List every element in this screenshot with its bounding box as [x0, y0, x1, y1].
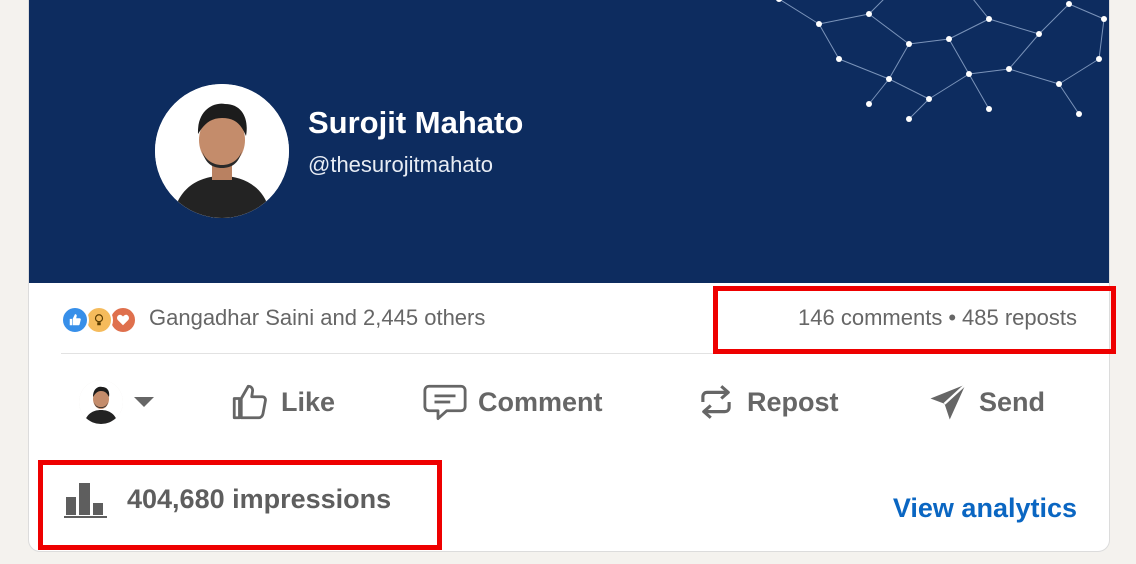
highlight-box-engagement	[713, 286, 1116, 354]
view-analytics-link[interactable]: View analytics	[893, 493, 1077, 524]
author-avatar[interactable]	[155, 84, 289, 218]
action-bar: Like Comment Repost Send	[29, 357, 1109, 447]
thumbs-up-icon	[232, 384, 267, 420]
comment-label: Comment	[478, 386, 603, 417]
user-avatar	[79, 380, 123, 424]
person-photo-icon	[155, 84, 289, 218]
author-handle: @thesurojitmahato	[308, 152, 493, 177]
love-icon	[109, 306, 137, 334]
like-icon	[61, 306, 89, 334]
identity-switcher-button[interactable]	[79, 379, 155, 425]
caret-down-icon	[134, 397, 154, 407]
comment-button[interactable]: Comment	[422, 379, 603, 425]
insightful-icon	[85, 306, 113, 334]
send-label: Send	[979, 386, 1046, 417]
author-name: Surojit Mahato	[308, 105, 524, 140]
repost-button[interactable]: Repost	[695, 379, 839, 425]
person-photo-icon	[79, 380, 123, 424]
reaction-icons[interactable]	[61, 306, 141, 336]
repost-label: Repost	[747, 386, 839, 417]
highlight-box-impressions	[38, 460, 442, 550]
send-icon	[930, 383, 967, 420]
reactions-summary-link[interactable]: Gangadhar Saini and 2,445 others	[149, 305, 485, 331]
repost-icon	[701, 385, 731, 419]
like-label: Like	[281, 386, 336, 417]
like-button[interactable]: Like	[229, 379, 335, 425]
send-button[interactable]: Send	[927, 379, 1045, 425]
network-graphic	[776, 0, 1107, 122]
comment-icon	[423, 384, 467, 421]
post-image-banner[interactable]: Surojit Mahato @thesurojitmahato	[29, 0, 1109, 283]
